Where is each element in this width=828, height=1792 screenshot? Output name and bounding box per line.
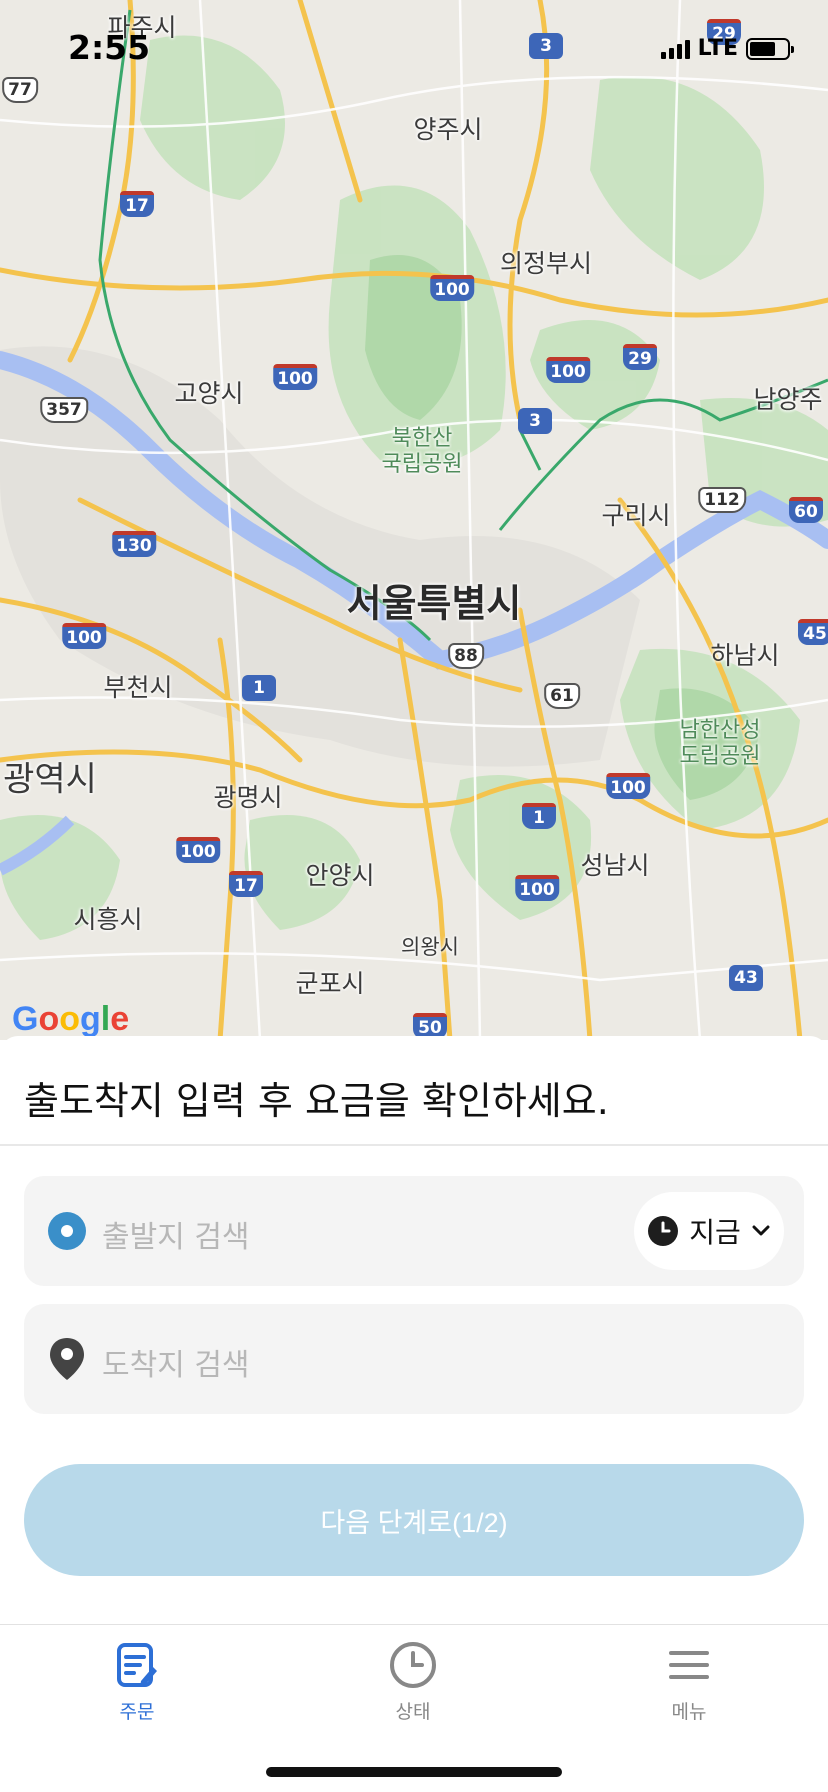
next-step-button[interactable]: 다음 단계로(1/2) bbox=[24, 1464, 804, 1576]
road-shield: 1 bbox=[242, 675, 276, 701]
map-label-seongnam: 성남시 bbox=[580, 851, 650, 880]
road-shield: 100 bbox=[515, 875, 559, 901]
road-shield: 100 bbox=[546, 357, 590, 383]
road-shield: 100 bbox=[62, 623, 106, 649]
map-label-namyangju: 남양주 bbox=[753, 385, 823, 414]
order-icon bbox=[117, 1643, 157, 1687]
tab-status-label: 상태 bbox=[395, 1701, 431, 1723]
tab-menu[interactable]: 메뉴 bbox=[619, 1641, 759, 1724]
map-background bbox=[0, 0, 828, 1040]
origin-placeholder: 출발지 검색 bbox=[102, 1220, 250, 1255]
destination-placeholder: 도착지 검색 bbox=[102, 1348, 250, 1383]
road-shield: 112 bbox=[698, 487, 746, 513]
origin-dot-icon bbox=[48, 1212, 86, 1250]
map-label-gwangmyeong: 광명시 bbox=[213, 783, 283, 812]
location-pin-icon bbox=[50, 1338, 84, 1380]
map-label-siheung: 시흥시 bbox=[73, 905, 143, 934]
origin-search-field[interactable]: 출발지 검색 지금 bbox=[24, 1176, 804, 1286]
map-label-seoul: 서울특별시 bbox=[346, 581, 522, 626]
map-label-metro-city: 광역시 bbox=[3, 759, 97, 800]
tab-status[interactable]: 상태 bbox=[343, 1641, 483, 1724]
map-label-yangju: 양주시 bbox=[413, 115, 483, 144]
map-label-goyang: 고양시 bbox=[174, 379, 244, 408]
road-shield: 17 bbox=[229, 871, 263, 897]
road-shield: 45 bbox=[798, 619, 828, 645]
road-shield: 100 bbox=[176, 837, 220, 863]
map-label-bucheon: 부천시 bbox=[103, 673, 173, 702]
route-input-sheet: 출도착지 입력 후 요금을 확인하세요. 출발지 검색 지금 도착지 검색 다음… bbox=[0, 1036, 828, 1626]
tab-bar: 주문 상태 메뉴 bbox=[0, 1624, 828, 1792]
chevron-down-icon bbox=[752, 1225, 770, 1236]
road-shield: 17 bbox=[120, 191, 154, 217]
divider bbox=[0, 1144, 828, 1146]
map-label-gunpo: 군포시 bbox=[295, 969, 365, 998]
road-shield: 60 bbox=[789, 497, 823, 523]
road-shield: 100 bbox=[606, 773, 650, 799]
road-shield: 3 bbox=[529, 33, 563, 59]
clock-icon bbox=[648, 1216, 679, 1246]
road-shield: 29 bbox=[623, 344, 657, 370]
tab-order[interactable]: 주문 bbox=[67, 1641, 207, 1724]
map-label-guri: 구리시 bbox=[601, 501, 671, 530]
map-label-hanam: 하남시 bbox=[710, 641, 780, 670]
google-logo: Google bbox=[12, 1000, 130, 1038]
map-label-uiwang: 의왕시 bbox=[401, 935, 459, 959]
clock-icon bbox=[390, 1642, 436, 1688]
road-shield: 100 bbox=[430, 275, 474, 301]
status-indicators: LTE bbox=[660, 36, 794, 61]
time-selector-label: 지금 bbox=[689, 1216, 741, 1249]
home-indicator[interactable] bbox=[266, 1767, 562, 1777]
road-shield: 77 bbox=[2, 77, 38, 103]
road-shield: 130 bbox=[112, 531, 156, 557]
map-label-anyang: 안양시 bbox=[305, 861, 375, 890]
road-shield: 61 bbox=[544, 683, 580, 709]
road-shield: 100 bbox=[273, 364, 317, 390]
signal-icon bbox=[660, 39, 690, 59]
map-view[interactable]: 파주시 양주시 의정부시 고양시 남양주 구리시 서울특별시 하남시 부천시 광… bbox=[0, 0, 828, 1040]
map-label-bukhansan-park: 북한산 국립공원 bbox=[381, 426, 463, 477]
road-shield: 1 bbox=[522, 803, 556, 829]
destination-search-field[interactable]: 도착지 검색 bbox=[24, 1304, 804, 1414]
road-shield: 43 bbox=[729, 965, 763, 991]
menu-icon bbox=[669, 1651, 709, 1679]
map-label-uijeongbu: 의정부시 bbox=[499, 249, 593, 278]
road-shield: 3 bbox=[518, 408, 552, 434]
sheet-title: 출도착지 입력 후 요금을 확인하세요. bbox=[24, 1079, 609, 1123]
map-label-namhansanseong-park: 남한산성 도립공원 bbox=[679, 718, 761, 769]
tab-menu-label: 메뉴 bbox=[671, 1701, 707, 1723]
tab-order-label: 주문 bbox=[119, 1701, 155, 1723]
status-time: 2:55 bbox=[68, 28, 151, 67]
network-type: LTE bbox=[697, 36, 738, 61]
road-shield: 357 bbox=[40, 397, 88, 423]
time-selector[interactable]: 지금 bbox=[634, 1192, 784, 1270]
battery-icon bbox=[746, 37, 794, 60]
road-shield: 88 bbox=[448, 643, 484, 669]
